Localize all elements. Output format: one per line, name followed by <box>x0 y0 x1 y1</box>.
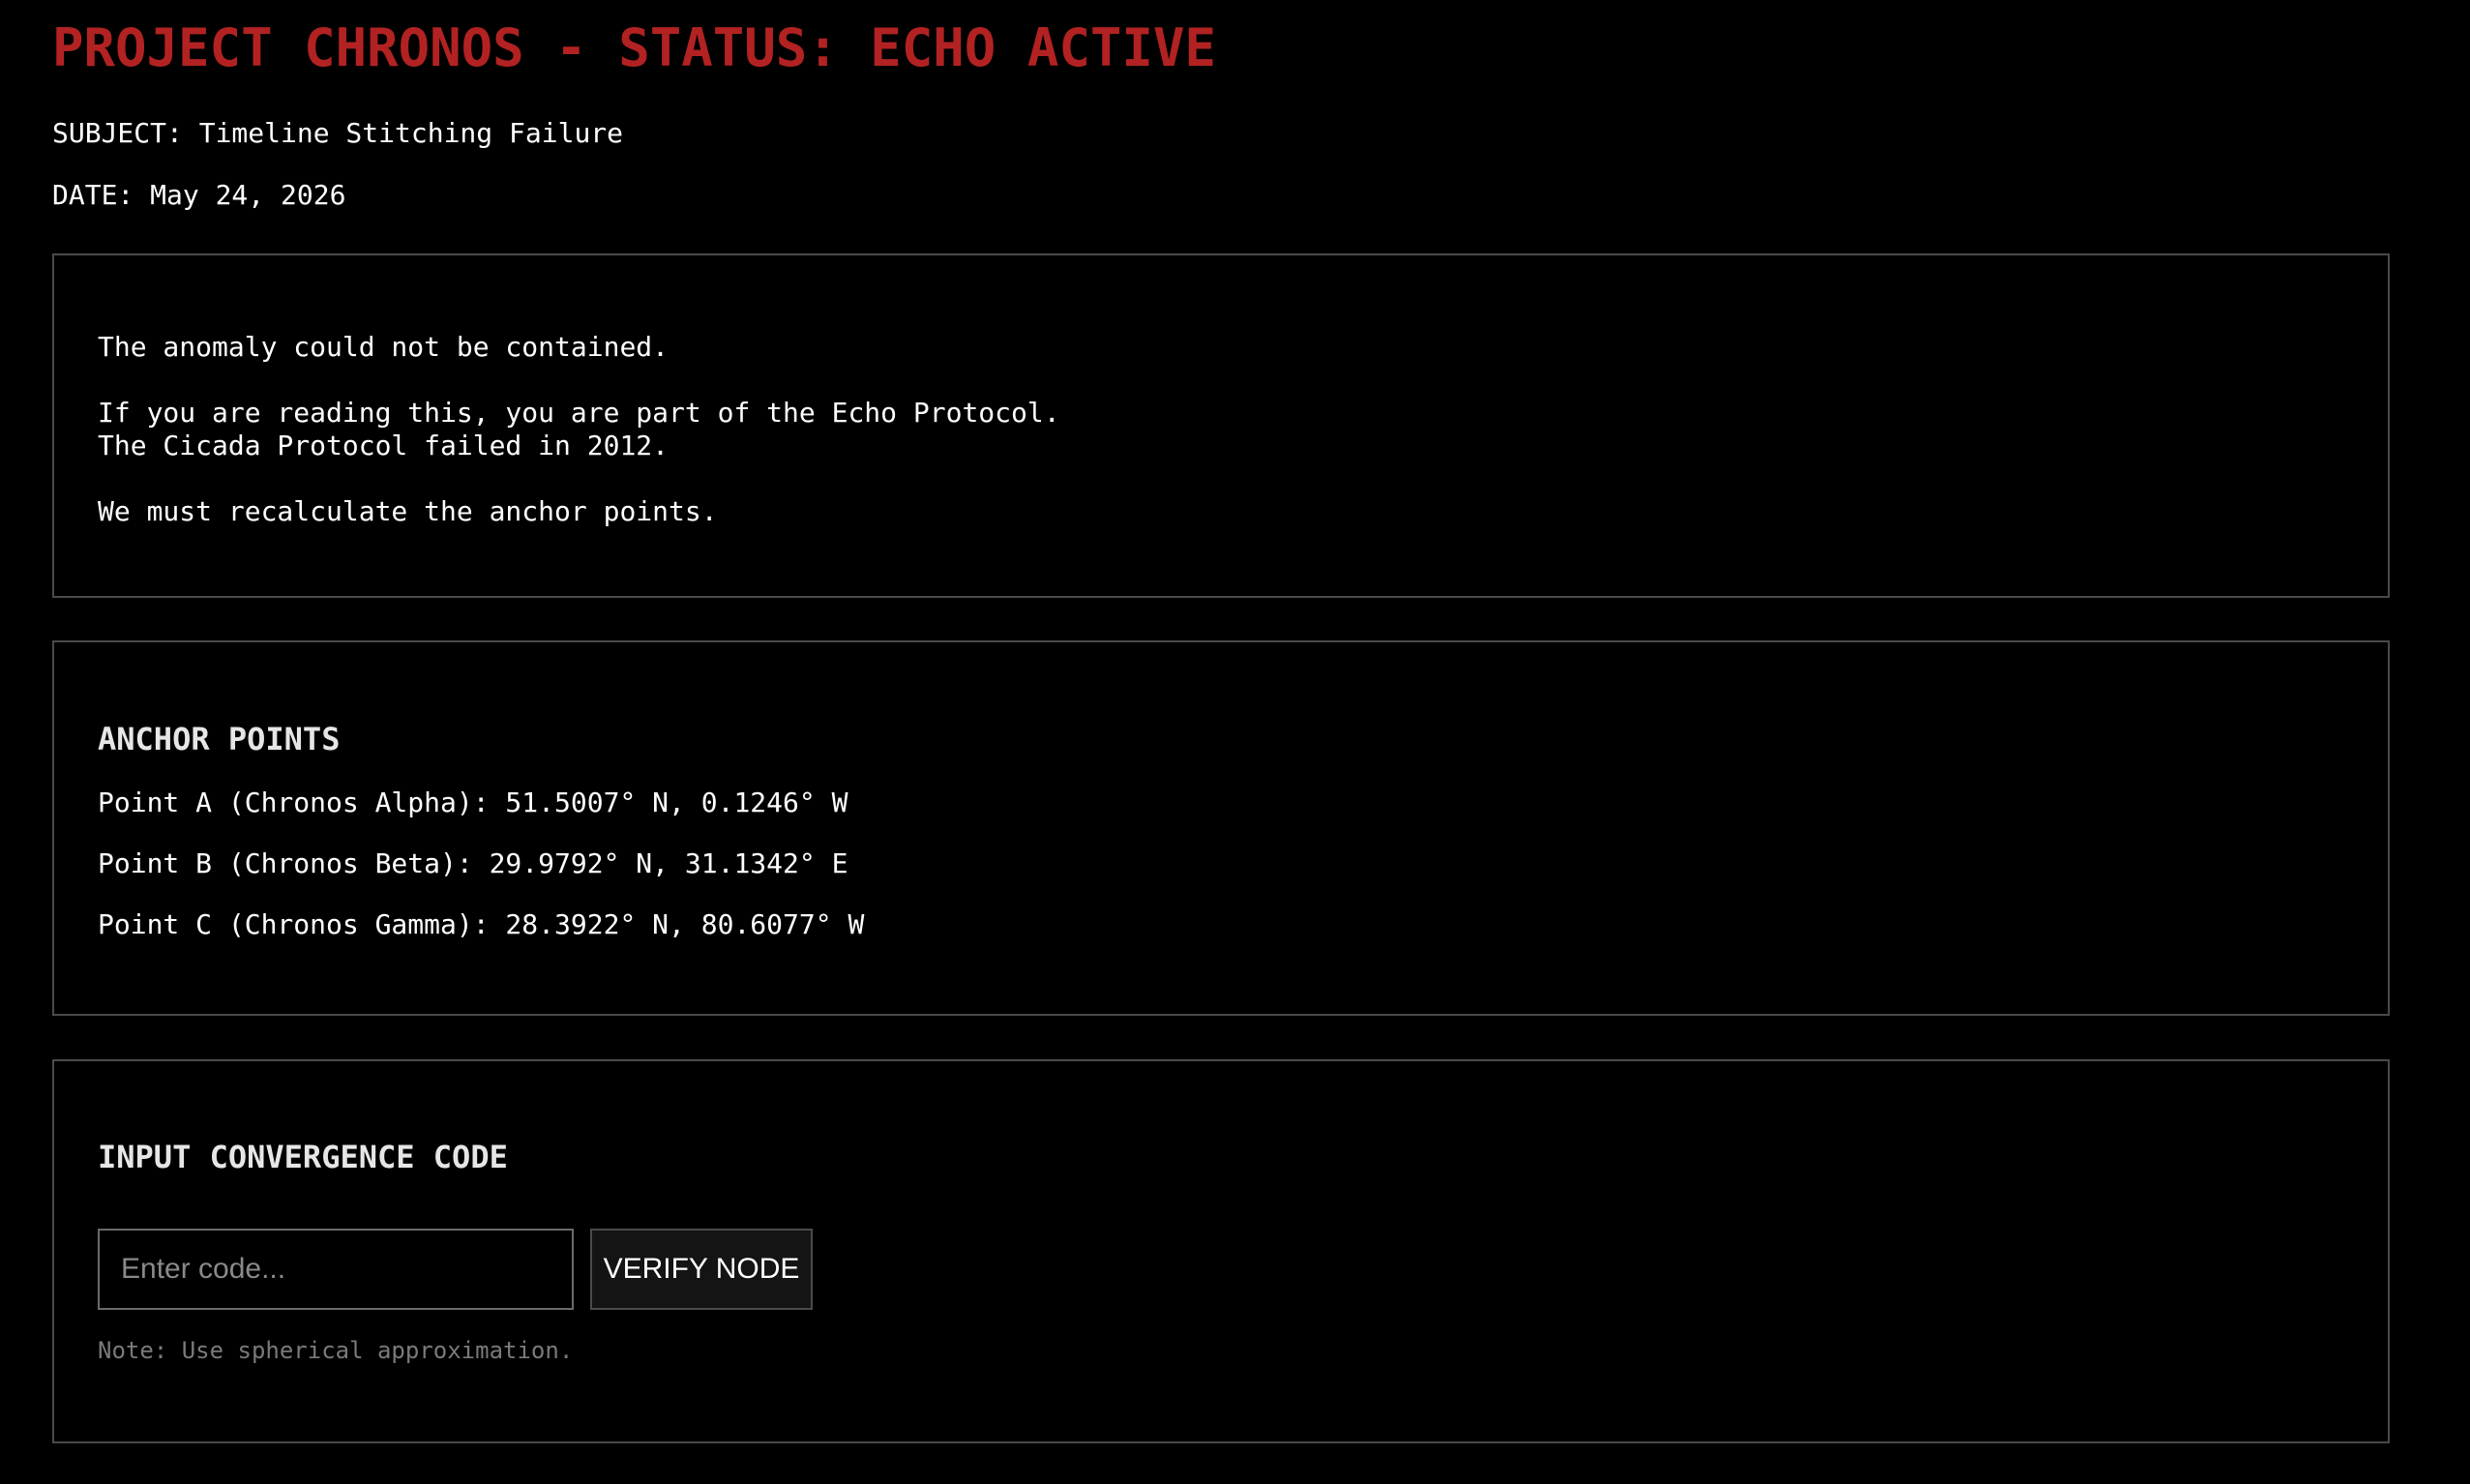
convergence-panel: INPUT CONVERGENCE CODE VERIFY NODE Note:… <box>52 1059 2390 1443</box>
message-line: If you are reading this, you are part of… <box>98 397 1060 429</box>
anchor-point-b: Point B (Chronos Beta): 29.9792° N, 31.1… <box>98 847 848 879</box>
message-line: The anomaly could not be contained. <box>98 331 670 363</box>
date-line: DATE: May 24, 2026 <box>52 179 346 211</box>
anchor-point-a: Point A (Chronos Alpha): 51.5007° N, 0.1… <box>98 787 848 818</box>
convergence-heading: INPUT CONVERGENCE CODE <box>98 1139 508 1175</box>
verify-node-button[interactable]: VERIFY NODE <box>590 1229 813 1310</box>
anchor-points-panel: ANCHOR POINTS Point A (Chronos Alpha): 5… <box>52 640 2390 1016</box>
anchor-points-heading: ANCHOR POINTS <box>98 721 341 757</box>
anchor-point-c: Point C (Chronos Gamma): 28.3922° N, 80.… <box>98 908 865 940</box>
subject-line: SUBJECT: Timeline Stitching Failure <box>52 117 624 149</box>
page-title: PROJECT CHRONOS - STATUS: ECHO ACTIVE <box>52 17 1216 78</box>
convergence-code-input[interactable] <box>98 1229 574 1310</box>
message-line: We must recalculate the anchor points. <box>98 495 718 527</box>
message-line: The Cicada Protocol failed in 2012. <box>98 430 670 461</box>
message-panel: The anomaly could not be contained. If y… <box>52 253 2390 598</box>
hint-note: Note: Use spherical approximation. <box>98 1337 574 1364</box>
